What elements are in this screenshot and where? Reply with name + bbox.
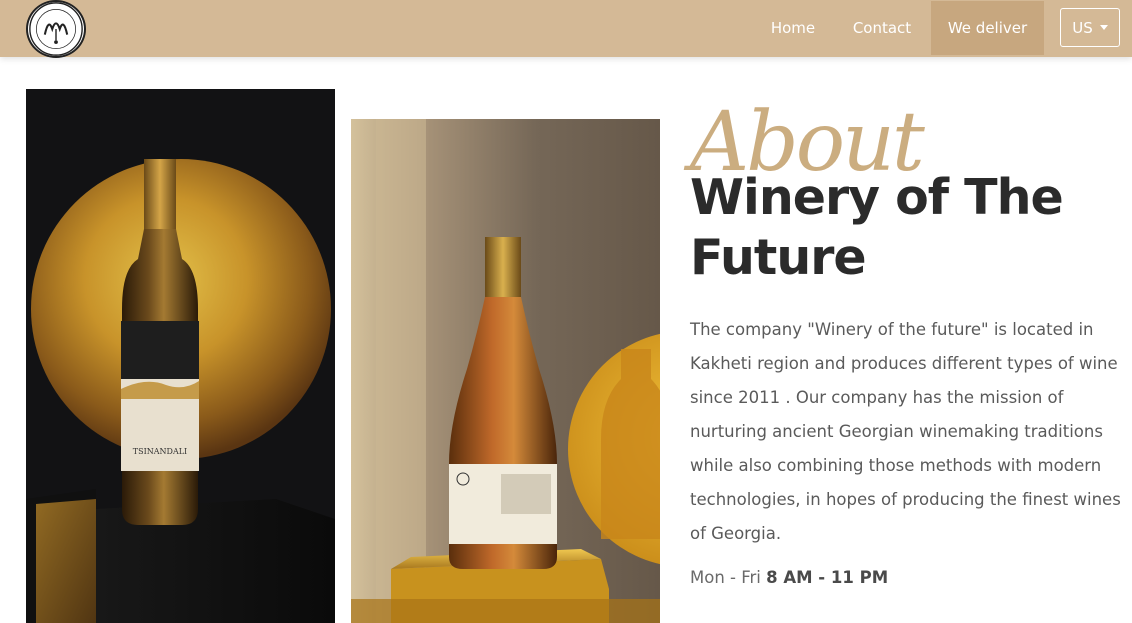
nav-we-deliver-link[interactable]: We deliver [931, 1, 1044, 55]
wine-bottle-photo-icon [351, 119, 660, 623]
hours-time: 8 AM - 11 PM [766, 568, 889, 587]
hours-days: Mon - Fri [690, 568, 767, 587]
top-navbar: Home Contact We deliver US [0, 0, 1132, 58]
wine-bottle-photo-icon: TSINANDALI [26, 89, 335, 623]
about-description: The company "Winery of the future" is lo… [690, 320, 1121, 543]
nav-home-link[interactable]: Home [756, 1, 830, 55]
brand-logo[interactable] [26, 0, 86, 58]
logo-icon [29, 2, 83, 56]
nav-contact-link[interactable]: Contact [838, 1, 926, 55]
opening-hours: Mon - Fri 8 AM - 11 PM [690, 568, 888, 587]
language-dropdown[interactable]: US [1060, 8, 1120, 47]
chevron-down-icon [1099, 25, 1108, 30]
page-title: Winery of The Future [690, 169, 1064, 286]
tsinandali-label-text: TSINANDALI [133, 447, 187, 456]
wine-photo-amber [351, 119, 660, 623]
wine-photo-tsinandali: TSINANDALI [26, 89, 335, 623]
language-label: US [1072, 18, 1093, 37]
